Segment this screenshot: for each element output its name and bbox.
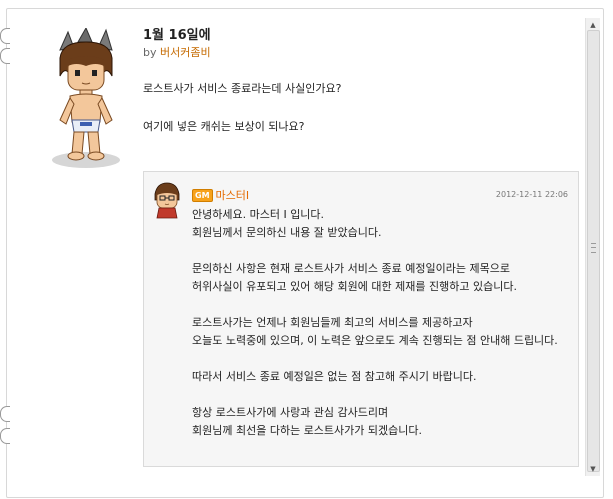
grip-icon — [591, 243, 596, 253]
answer-date: 2012-12-11 22:06 — [495, 190, 568, 199]
question-line: 로스트사가 서비스 종료라는데 사실인가요? — [143, 82, 342, 95]
answer-paragraph: 로스트사가는 언제나 회원님들께 최고의 서비스를 제공하고자 오늘도 노력중에… — [192, 314, 574, 350]
answer-paragraph: 안녕하세요. 마스터 I 입니다. 회원님께서 문의하신 내용 잘 받았습니다. — [192, 206, 574, 242]
answer-line: 문의하신 사항은 현재 로스트사가 서비스 종료 예정일이라는 제목으로 — [192, 262, 510, 275]
answer-line: 안녕하세요. 마스터 I 입니다. — [192, 208, 325, 221]
answer-paragraph: 문의하신 사항은 현재 로스트사가 서비스 종료 예정일이라는 제목으로 허위사… — [192, 260, 574, 296]
gm-avatar — [154, 182, 180, 219]
binder-ring-icon — [0, 48, 10, 64]
post-title: 1월 16일에 — [143, 28, 211, 43]
byline-prefix: by — [143, 46, 157, 59]
answer-line: 항상 로스트사가에 사랑과 관심 감사드리며 — [192, 406, 389, 419]
answer-body: 안녕하세요. 마스터 I 입니다. 회원님께서 문의하신 내용 잘 받았습니다.… — [192, 206, 574, 458]
vertical-scrollbar[interactable]: ▲ ▼ — [585, 18, 600, 476]
binder-ring-icon — [0, 406, 10, 422]
down-arrow-icon[interactable]: ▼ — [586, 462, 600, 476]
answer-line: 로스트사가는 언제나 회원님들께 최고의 서비스를 제공하고자 — [192, 316, 473, 329]
answer-line: 회원님께 최선을 다하는 로스트사가가 되겠습니다. — [192, 424, 423, 437]
author-avatar — [52, 28, 120, 168]
post-byline: by 버서커좀비 — [143, 44, 211, 60]
scrollbar-thumb[interactable] — [587, 30, 600, 472]
binder-ring-icon — [0, 28, 10, 44]
question-body: 로스트사가 서비스 종료라는데 사실인가요? 여기에 넣은 캐쉬는 보상이 되나… — [143, 80, 342, 156]
answer-header: GM 마스터I — [192, 187, 249, 203]
answer-line: 오늘도 노력중에 있으며, 이 노력은 앞으로도 계속 진행되는 점 안내해 드… — [192, 334, 558, 347]
binder-ring-icon — [0, 428, 10, 444]
answer-line: 허위사실이 유포되고 있어 해당 회원에 대한 제재를 진행하고 있습니다. — [192, 280, 517, 293]
answerer-name: 마스터I — [215, 189, 250, 202]
question-line: 여기에 넣은 캐쉬는 보상이 되나요? — [143, 120, 305, 133]
answer-paragraph: 항상 로스트사가에 사랑과 관심 감사드리며 회원님께 최선을 다하는 로스트사… — [192, 404, 574, 440]
gm-badge: GM — [192, 188, 213, 202]
post-author-link[interactable]: 버서커좀비 — [160, 46, 211, 59]
answer-paragraph: 따라서 서비스 종료 예정일은 없는 점 참고해 주시기 바랍니다. — [192, 368, 574, 386]
answer-line: 회원님께서 문의하신 내용 잘 받았습니다. — [192, 226, 382, 239]
answer-line: 따라서 서비스 종료 예정일은 없는 점 참고해 주시기 바랍니다. — [192, 370, 477, 383]
answer-box: GM 마스터I 2012-12-11 22:06 안녕하세요. 마스터 I 입니… — [143, 171, 579, 467]
